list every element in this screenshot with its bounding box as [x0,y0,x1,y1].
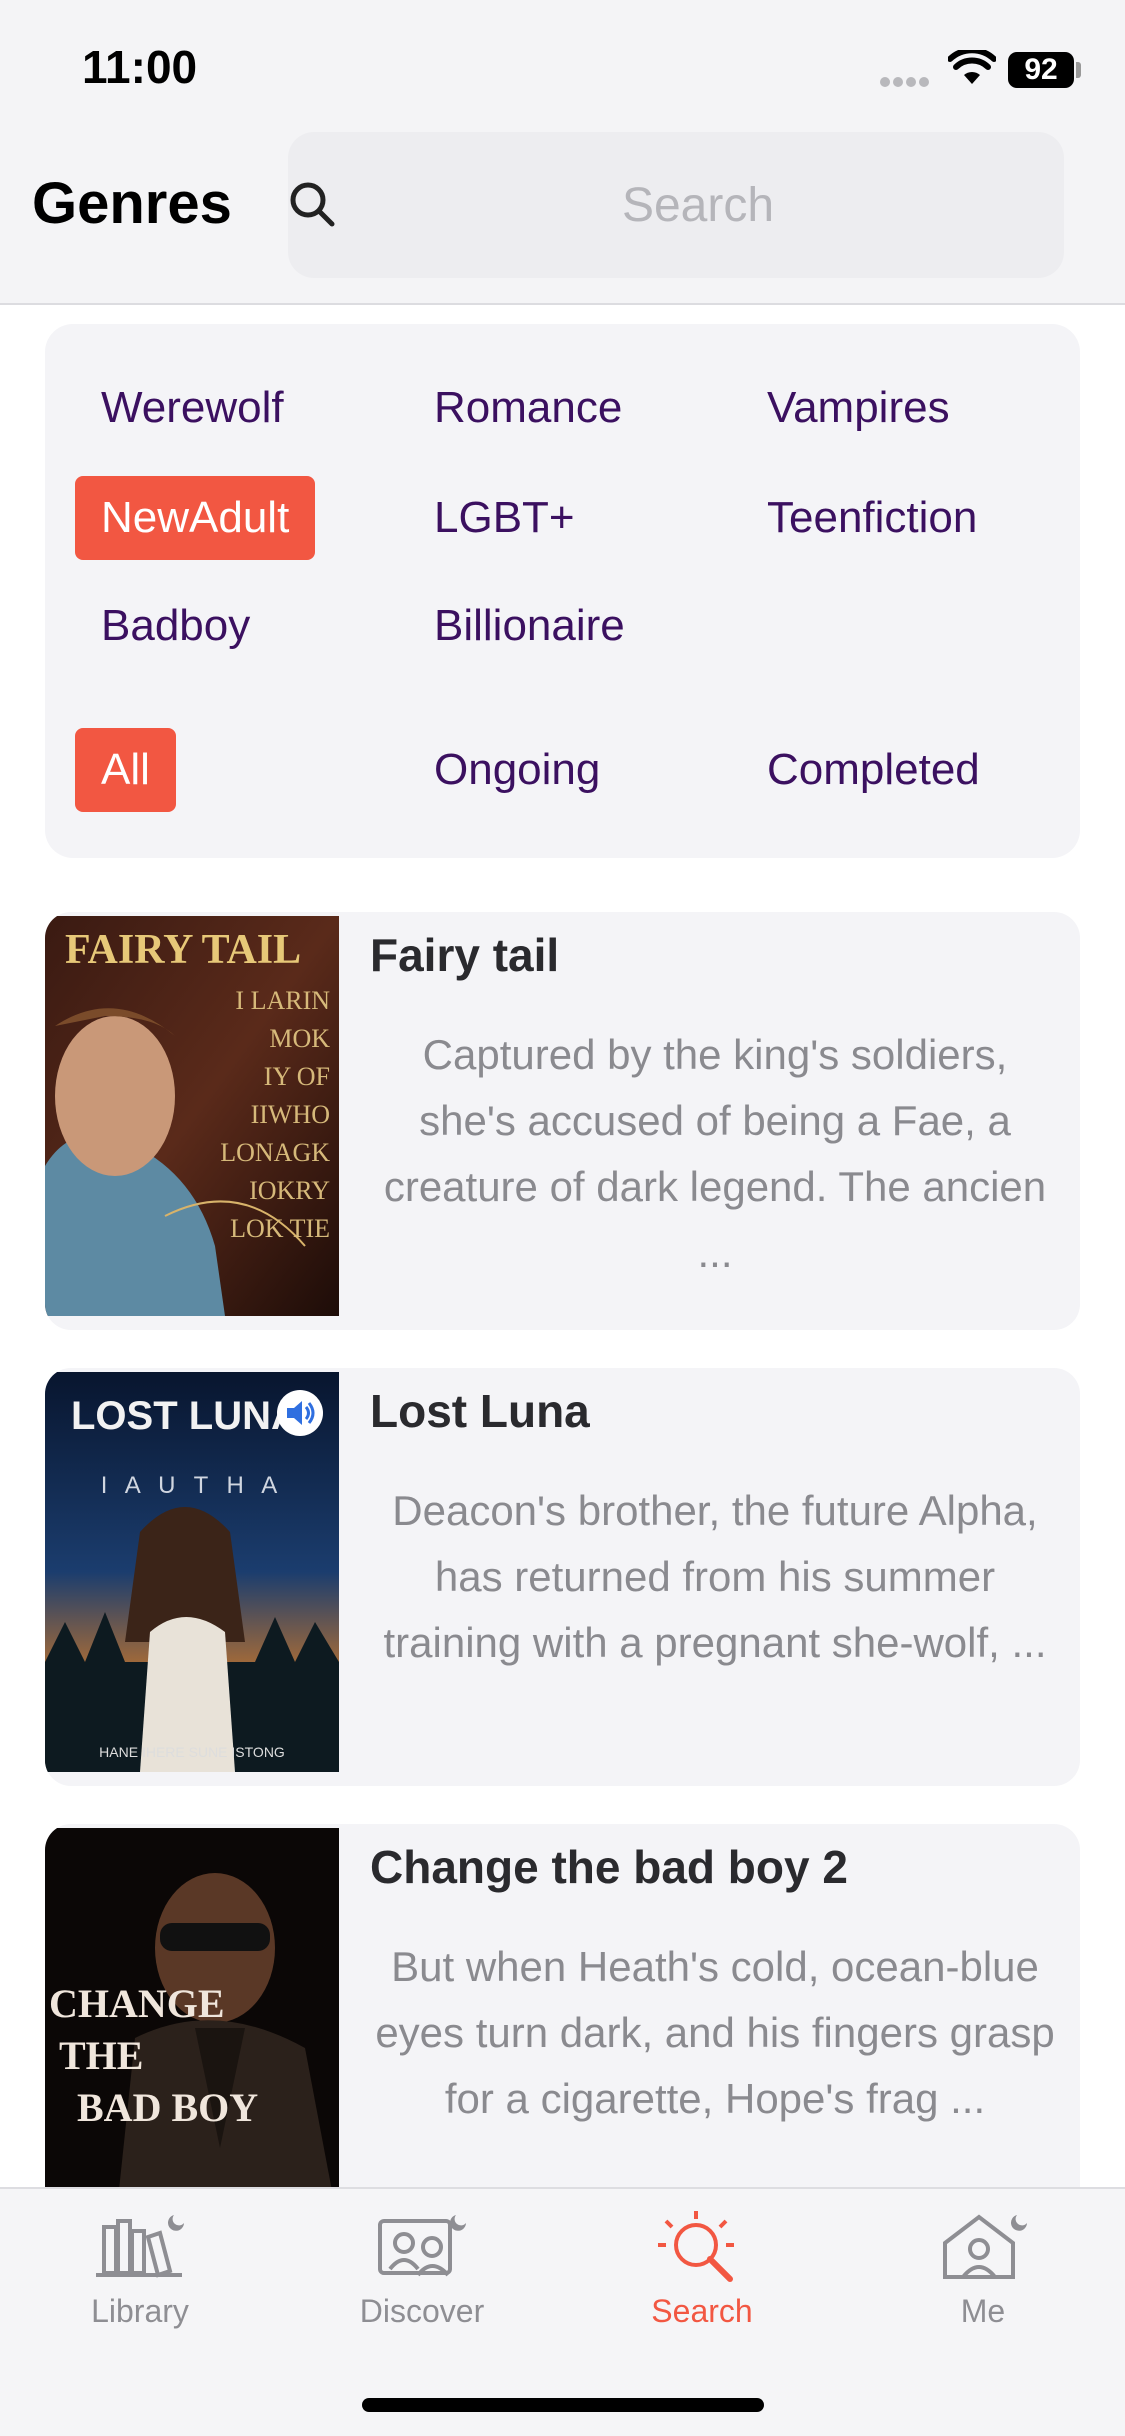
signal-icon [880,74,932,87]
book-title[interactable]: Change the bad boy 2 [370,1840,848,1894]
cover-title: FAIRY TAIL [65,927,302,973]
book-title[interactable]: Lost Luna [370,1384,590,1438]
genre-chip-teenfiction[interactable]: Teenfiction [741,476,1003,560]
genre-chip-romance[interactable]: Romance [408,366,648,450]
tab-label: Library [91,2293,189,2329]
cover-text: I LARIN MOK IY OF IIWHO LONAGK IOKRY LOK… [220,982,330,1248]
book-cover[interactable]: CHANGE THE BAD BOY [45,1828,339,2228]
search-input[interactable] [348,132,1048,278]
cover-line: LOK TIE [230,1214,330,1243]
discover-icon [378,2215,466,2277]
cover-footer: HANE IHERE SUNE ISTONG [99,1744,285,1760]
status-time: 11:00 [82,41,198,93]
book-cover[interactable]: LOST LUNA I A U T H A HANE IHERE SUNE IS… [45,1372,339,1772]
tab-search[interactable]: Search [562,2189,842,2349]
tab-me[interactable]: Me [843,2189,1123,2349]
genre-panel: Werewolf Romance Vampires NewAdult LGBT+… [45,324,1080,858]
tab-label: Me [960,2293,1006,2329]
book-description: Captured by the king's soldiers, she's a… [383,1031,1047,1276]
header: Genres [0,130,1125,305]
battery-icon: 92 [1008,52,1074,88]
book-card[interactable]: LOST LUNA I A U T H A HANE IHERE SUNE IS… [45,1368,1080,1786]
book-description: Deacon's brother, the future Alpha, has … [383,1487,1047,1666]
audio-badge [277,1390,323,1436]
search-tab-icon [658,2211,734,2282]
cover-line: LONAGK [220,1138,330,1167]
cover-line: THE [59,2033,144,2078]
cover-line: BAD BOY [77,2085,259,2130]
cover-line: CHANGE [49,1981,225,2026]
status-bar: 11:00 92 [0,0,1125,130]
page-title: Genres [32,171,232,236]
genre-chip-vampires[interactable]: Vampires [741,366,976,450]
me-icon [943,2214,1027,2279]
tab-label: Search [651,2293,753,2329]
book-description: But when Heath's cold, ocean-blue eyes t… [375,1943,1055,2122]
tab-library[interactable]: Library [0,2189,280,2349]
cover-title: CHANGE THE BAD BOY [49,1978,258,2134]
genre-chip-newadult[interactable]: NewAdult [75,476,316,560]
genre-chip-werewolf[interactable]: Werewolf [75,366,310,450]
cover-line: IY OF [263,1062,330,1091]
filter-all[interactable]: All [75,728,176,812]
home-indicator [362,2398,764,2412]
library-icon [96,2215,184,2278]
cover-line: MOK [269,1024,330,1053]
cover-line: IIWHO [250,1100,330,1129]
book-title[interactable]: Fairy tail [370,928,559,982]
wifi-icon [948,50,996,84]
speaker-icon [287,1401,315,1425]
cover-line: IOKRY [249,1176,330,1205]
cover-title: LOST LUNA [71,1394,300,1438]
tab-label: Discover [359,2293,485,2329]
tab-discover[interactable]: Discover [282,2189,562,2349]
genre-chip-billionaire[interactable]: Billionaire [408,584,651,668]
cover-subtitle: I A U T H A [100,1472,284,1499]
book-card[interactable]: CHANGE THE BAD BOY Change the bad boy 2 … [45,1824,1080,2242]
search-bar[interactable] [288,132,1064,278]
search-icon [290,182,335,227]
filter-ongoing[interactable]: Ongoing [408,728,626,812]
genre-chip-badboy[interactable]: Badboy [75,584,276,668]
book-card[interactable]: FAIRY TAIL I LARIN MOK IY OF IIWHO LONAG… [45,912,1080,1330]
book-cover[interactable]: FAIRY TAIL I LARIN MOK IY OF IIWHO LONAG… [45,916,339,1316]
battery-nub [1076,62,1081,78]
genre-chip-lgbt[interactable]: LGBT+ [408,476,601,560]
cover-line: I LARIN [235,986,330,1015]
filter-completed[interactable]: Completed [741,728,1006,812]
